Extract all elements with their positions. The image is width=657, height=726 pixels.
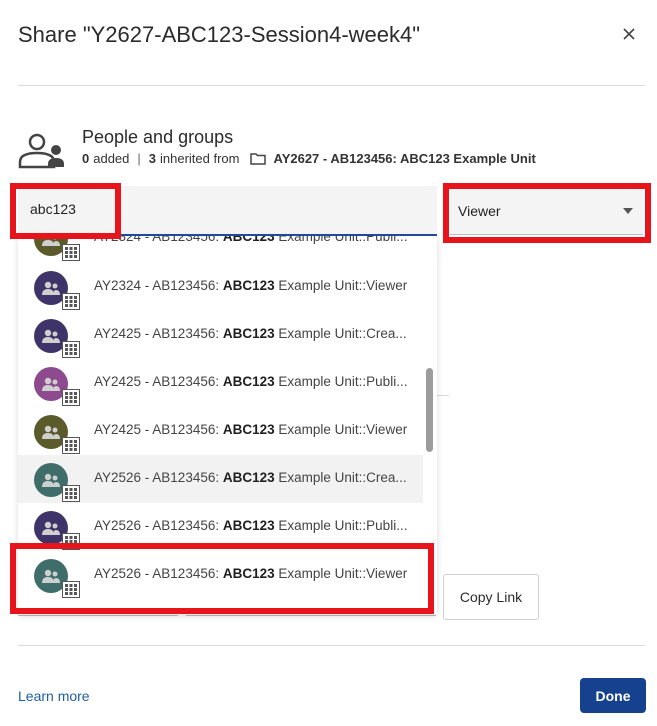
option-prefix: AY2425 - AB123456:: [94, 422, 223, 437]
option-suffix: Example Unit::Viewer: [274, 422, 408, 437]
option-prefix: AY2324 - AB123456:: [94, 236, 223, 244]
group-icon: [42, 425, 60, 439]
hidden-field-line: [18, 614, 178, 616]
search-field[interactable]: [18, 186, 437, 236]
option-prefix: AY2526 - AB123456:: [94, 566, 223, 581]
role-selected-value: Viewer: [458, 203, 501, 219]
chevron-down-icon: [623, 208, 633, 214]
section-title: People and groups: [82, 127, 234, 147]
hidden-field-line-2: [186, 614, 436, 616]
added-count: 0: [82, 151, 90, 166]
building-icon: [62, 244, 80, 261]
hidden-divider: [437, 395, 449, 396]
option-suffix: Example Unit::Crea...: [274, 326, 407, 341]
header-divider: [18, 85, 645, 86]
option-match: ABC123: [222, 278, 275, 293]
group-icon: [42, 569, 60, 583]
building-icon: [62, 485, 80, 502]
list-item-label: AY2324 - AB123456: ABC123 Example Unit::…: [94, 236, 407, 244]
search-input[interactable]: [30, 201, 410, 217]
building-icon: [62, 437, 80, 454]
separator: |: [137, 151, 141, 166]
option-prefix: AY2526 - AB123456:: [94, 470, 223, 485]
list-item[interactable]: AY2425 - AB123456: ABC123 Example Unit::…: [18, 407, 423, 455]
footer-divider: [18, 645, 645, 646]
group-icon: [42, 377, 60, 391]
option-suffix: Example Unit::Publi...: [274, 374, 408, 389]
group-icon: [42, 236, 60, 246]
done-button[interactable]: Done: [580, 678, 646, 713]
group-icon: [42, 329, 60, 343]
list-item-label: AY2526 - AB123456: ABC123 Example Unit::…: [94, 566, 407, 581]
suggestion-list[interactable]: AY2526 - AB123456: ABC123 Example Unit::…: [18, 236, 437, 614]
list-item-label: AY2425 - AB123456: ABC123 Example Unit::…: [94, 374, 407, 389]
list-item[interactable]: AY2425 - AB123456: ABC123 Example Unit::…: [18, 311, 423, 359]
inherited-label: inherited from: [160, 151, 240, 166]
option-prefix: AY2425 - AB123456:: [94, 326, 223, 341]
learn-more-link[interactable]: Learn more: [18, 688, 90, 704]
list-item[interactable]: AY2526 - AB123456: ABC123 Example Unit::…: [18, 455, 423, 503]
people-icon: [18, 133, 64, 169]
building-icon: [62, 293, 80, 310]
list-item[interactable]: AY2526 - AB123456: ABC123 Example Unit::…: [18, 503, 423, 551]
option-match: ABC123: [222, 422, 275, 437]
close-icon[interactable]: [623, 28, 635, 40]
list-scrollbar[interactable]: [426, 368, 433, 452]
list-item[interactable]: AY2324 - AB123456: ABC123 Example Unit::…: [18, 263, 423, 311]
group-icon: [42, 521, 60, 535]
group-icon: [42, 473, 60, 487]
share-summary: 0 added | 3 inherited from AY2627 - AB12…: [82, 151, 536, 166]
option-prefix: AY2425 - AB123456:: [94, 374, 223, 389]
inherited-count: 3: [148, 151, 157, 166]
option-suffix: Example Unit::Crea...: [274, 470, 407, 485]
group-icon: [42, 281, 60, 295]
folder-icon: [249, 152, 266, 165]
list-item-label: AY2425 - AB123456: ABC123 Example Unit::…: [94, 422, 407, 437]
option-suffix: Example Unit::Viewer: [274, 566, 408, 581]
option-match: ABC123: [222, 236, 275, 244]
building-icon: [62, 389, 80, 406]
close-button[interactable]: [617, 22, 641, 46]
option-suffix: Example Unit::Publi...: [274, 236, 408, 244]
option-suffix: Example Unit::Publi...: [274, 518, 408, 533]
building-icon: [62, 533, 80, 550]
option-match: ABC123: [222, 374, 275, 389]
role-select[interactable]: Viewer: [450, 187, 643, 235]
option-match: ABC123: [222, 566, 275, 581]
building-icon: [62, 581, 80, 598]
option-match: ABC123: [222, 470, 275, 485]
option-prefix: AY2526 - AB123456:: [94, 518, 223, 533]
option-match: ABC123: [222, 518, 275, 533]
list-item[interactable]: AY2324 - AB123456: ABC123 Example Unit::…: [18, 236, 423, 262]
added-label: added: [93, 151, 130, 166]
option-prefix: AY2324 - AB123456:: [94, 278, 223, 293]
dialog-title: Share "Y2627-ABC123-Session4-week4": [18, 22, 421, 47]
option-match: ABC123: [222, 326, 275, 341]
option-suffix: Example Unit::Viewer: [274, 278, 408, 293]
copy-link-button[interactable]: Copy Link: [443, 574, 539, 620]
list-item[interactable]: AY2425 - AB123456: ABC123 Example Unit::…: [18, 359, 423, 407]
list-item-label: AY2425 - AB123456: ABC123 Example Unit::…: [94, 326, 407, 341]
building-icon: [62, 341, 80, 358]
list-item[interactable]: AY2526 - AB123456: ABC123 Example Unit::…: [18, 551, 423, 599]
list-item-label: AY2526 - AB123456: ABC123 Example Unit::…: [94, 518, 407, 533]
inherited-source: AY2627 - AB123456: ABC123 Example Unit: [273, 151, 536, 166]
list-item-label: AY2324 - AB123456: ABC123 Example Unit::…: [94, 278, 407, 293]
list-item-label: AY2526 - AB123456: ABC123 Example Unit::…: [94, 470, 407, 485]
